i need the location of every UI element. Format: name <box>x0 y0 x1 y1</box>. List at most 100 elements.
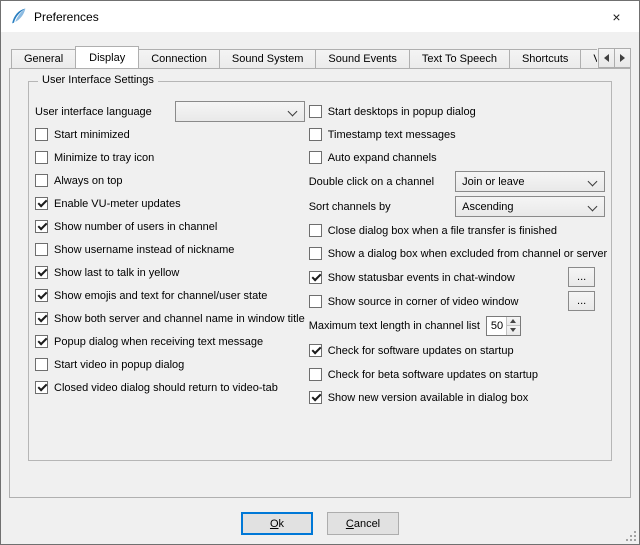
max-text-length-spinner[interactable]: 50 <box>486 316 521 336</box>
tab-label: Text To Speech <box>422 53 497 65</box>
checkbox[interactable] <box>309 271 322 284</box>
checkbox-row: Show username instead of nickname <box>35 238 305 261</box>
checkbox[interactable] <box>309 344 322 357</box>
checkbox[interactable] <box>35 335 48 348</box>
checkbox[interactable] <box>35 220 48 233</box>
checkbox-row: Auto expand channels <box>309 146 607 169</box>
checkbox-label: Check for beta software updates on start… <box>328 368 538 381</box>
sort-channels-row: Sort channels by Ascending <box>309 194 607 219</box>
checkbox-label: Start desktops in popup dialog <box>328 105 476 118</box>
checkbox-label: Show new version available in dialog box <box>328 391 529 404</box>
checkbox[interactable] <box>309 224 322 237</box>
tab-shortcuts[interactable]: Shortcuts <box>509 49 581 68</box>
spinner-up-icon[interactable] <box>507 317 520 327</box>
checkbox-label: Show username instead of nickname <box>54 243 234 256</box>
tab-sound-events[interactable]: Sound Events <box>315 49 410 68</box>
checkbox[interactable] <box>309 391 322 404</box>
sort-channels-label: Sort channels by <box>309 200 391 213</box>
ok-button[interactable]: Ok <box>241 512 313 535</box>
checkbox-row: Check for software updates on startup <box>309 338 607 363</box>
group-title: User Interface Settings <box>38 74 158 86</box>
checkbox-row: Start desktops in popup dialog <box>309 99 607 123</box>
right-column: Start desktops in popup dialog Timestamp… <box>305 99 607 409</box>
checkbox-row: Popup dialog when receiving text message <box>35 330 305 353</box>
checkbox-row: Start video in popup dialog <box>35 353 305 376</box>
checkbox[interactable] <box>35 289 48 302</box>
checkbox[interactable] <box>35 197 48 210</box>
window-title: Preferences <box>34 10 99 24</box>
checkbox[interactable] <box>35 243 48 256</box>
double-click-row: Double click on a channel Join or leave <box>309 169 607 194</box>
checkbox-label: Closed video dialog should return to vid… <box>54 381 278 394</box>
resize-grip[interactable] <box>625 530 637 542</box>
checkbox-row: Show emojis and text for channel/user st… <box>35 284 305 307</box>
tab-scroll-left-icon[interactable] <box>598 48 615 68</box>
app-icon <box>10 8 27 25</box>
checkbox-label: Auto expand channels <box>328 151 437 164</box>
tab-label: Sound Events <box>328 53 397 65</box>
checkbox[interactable] <box>35 174 48 187</box>
spinner-buttons <box>506 317 520 335</box>
checkbox-row: Show number of users in channel <box>35 215 305 238</box>
checkbox[interactable] <box>35 358 48 371</box>
spinner-down-icon[interactable] <box>507 326 520 335</box>
checkbox[interactable] <box>309 295 322 308</box>
checkbox-label: Show statusbar events in chat-window <box>328 271 515 284</box>
checkbox[interactable] <box>309 105 322 118</box>
left-column: User interface language Start minimized … <box>35 99 305 409</box>
checkbox[interactable] <box>35 312 48 325</box>
checkbox-label: Close dialog box when a file transfer is… <box>328 224 557 237</box>
dialog-footer: Ok Cancel <box>1 498 639 545</box>
checkbox-label: Check for software updates on startup <box>328 344 514 357</box>
sort-channels-combobox[interactable]: Ascending <box>455 196 605 217</box>
tab-scroll-control <box>597 48 631 68</box>
checkbox-label: Start minimized <box>54 128 130 141</box>
tab-general[interactable]: General <box>11 49 76 68</box>
cancel-button[interactable]: Cancel <box>327 512 399 535</box>
checkbox[interactable] <box>309 368 322 381</box>
tab-text-to-speech[interactable]: Text To Speech <box>409 49 510 68</box>
tab-label: General <box>24 53 63 65</box>
checkbox-row: Minimize to tray icon <box>35 146 305 169</box>
checkbox-label: Timestamp text messages <box>328 128 456 141</box>
checkbox-row: Close dialog box when a file transfer is… <box>309 219 607 242</box>
checkbox[interactable] <box>35 128 48 141</box>
tab-label: Shortcuts <box>522 53 568 65</box>
language-label: User interface language <box>35 105 152 118</box>
checkbox-label: Show source in corner of video window <box>328 295 519 308</box>
video-source-options-button[interactable]: ... <box>568 291 595 311</box>
checkbox-label: Enable VU-meter updates <box>54 197 181 210</box>
max-text-length-label: Maximum text length in channel list <box>309 319 480 332</box>
checkbox[interactable] <box>35 151 48 164</box>
checkbox-row: Start minimized <box>35 123 305 146</box>
language-combobox[interactable] <box>175 101 305 122</box>
tab-sound-system[interactable]: Sound System <box>219 49 317 68</box>
statusbar-events-options-button[interactable]: ... <box>568 267 595 287</box>
tab-label: Sound System <box>232 53 304 65</box>
checkbox-row: Show last to talk in yellow <box>35 261 305 284</box>
checkbox-label: Popup dialog when receiving text message <box>54 335 263 348</box>
checkbox[interactable] <box>309 247 322 260</box>
checkbox-label: Show a dialog box when excluded from cha… <box>328 247 607 260</box>
language-row: User interface language <box>35 99 305 123</box>
checkbox-label: Show last to talk in yellow <box>54 266 179 279</box>
combobox-value: Ascending <box>462 201 513 213</box>
combobox-value: Join or leave <box>462 176 524 188</box>
double-click-combobox[interactable]: Join or leave <box>455 171 605 192</box>
checkbox-row: Always on top <box>35 169 305 192</box>
checkbox-label: Always on top <box>54 174 122 187</box>
checkbox[interactable] <box>309 151 322 164</box>
titlebar[interactable]: Preferences × <box>1 1 639 32</box>
checkbox-label: Show number of users in channel <box>54 220 217 233</box>
tab-scroll-right-icon[interactable] <box>614 48 631 68</box>
checkbox[interactable] <box>35 381 48 394</box>
tab-display[interactable]: Display <box>75 46 139 68</box>
checkbox-row: Show both server and channel name in win… <box>35 307 305 330</box>
spinner-value: 50 <box>487 317 506 335</box>
display-tab-page: User Interface Settings User interface l… <box>9 68 631 498</box>
tab-connection[interactable]: Connection <box>138 49 220 68</box>
checkbox[interactable] <box>309 128 322 141</box>
video-source-row: Show source in corner of video window ..… <box>309 289 607 313</box>
checkbox[interactable] <box>35 266 48 279</box>
close-icon[interactable]: × <box>594 1 639 32</box>
